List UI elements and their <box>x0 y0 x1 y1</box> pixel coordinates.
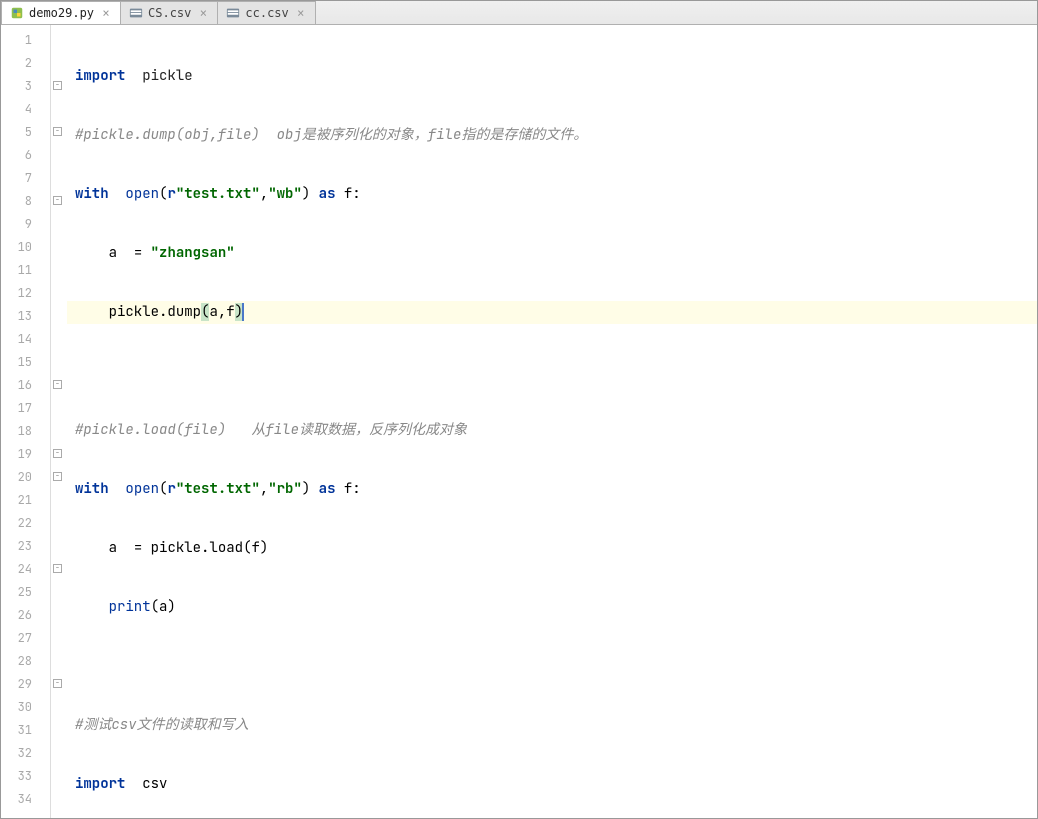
line-number: 28 <box>1 650 50 673</box>
code-line: a = pickle.load(f) <box>67 537 1037 560</box>
line-number-gutter: 1234567891011121314151617181920212223242… <box>1 25 51 818</box>
tab-cc-csv[interactable]: cc.csv × <box>217 1 315 24</box>
tab-label: cc.csv <box>245 6 288 20</box>
fold-toggle-icon[interactable]: − <box>53 380 62 389</box>
code-line: #测试csv文件的读取和写入 <box>67 714 1037 737</box>
close-icon[interactable]: × <box>197 6 209 20</box>
code-line <box>67 360 1037 383</box>
tab-cs-csv[interactable]: CS.csv × <box>120 1 218 24</box>
line-number: 7 <box>1 167 50 190</box>
code-line: print(a) <box>67 596 1037 619</box>
code-line: import csv <box>67 773 1037 796</box>
line-number: 22 <box>1 512 50 535</box>
line-number: 16 <box>1 374 50 397</box>
code-line: import pickle <box>67 65 1037 88</box>
line-number: 11 <box>1 259 50 282</box>
fold-toggle-icon[interactable]: − <box>53 564 62 573</box>
code-line-current: pickle.dump(a,f) <box>67 301 1037 324</box>
line-number: 6 <box>1 144 50 167</box>
line-number: 15 <box>1 351 50 374</box>
line-number: 33 <box>1 765 50 788</box>
line-number: 1 <box>1 29 50 52</box>
editor-tabbar: demo29.py × CS.csv × cc.csv × <box>1 1 1037 25</box>
close-icon[interactable]: × <box>100 6 112 20</box>
line-number: 29 <box>1 673 50 696</box>
line-number: 5 <box>1 121 50 144</box>
tab-demo29-py[interactable]: demo29.py × <box>1 1 121 24</box>
line-number: 18 <box>1 420 50 443</box>
line-number: 20 <box>1 466 50 489</box>
line-number: 23 <box>1 535 50 558</box>
fold-toggle-icon[interactable]: − <box>53 196 62 205</box>
code-line: with open(r"test.txt","wb") as f: <box>67 183 1037 206</box>
line-number: 8 <box>1 190 50 213</box>
code-editor[interactable]: 1234567891011121314151617181920212223242… <box>1 25 1037 818</box>
code-area[interactable]: import pickle #pickle.dump(obj,file) obj… <box>67 25 1037 818</box>
line-number: 34 <box>1 788 50 811</box>
line-number: 14 <box>1 328 50 351</box>
line-number: 19 <box>1 443 50 466</box>
csv-file-icon <box>129 6 143 20</box>
fold-toggle-icon[interactable]: − <box>53 127 62 136</box>
tab-label: demo29.py <box>29 6 94 20</box>
line-number: 17 <box>1 397 50 420</box>
line-number: 9 <box>1 213 50 236</box>
line-number: 27 <box>1 627 50 650</box>
fold-toggle-icon[interactable]: − <box>53 472 62 481</box>
line-number: 31 <box>1 719 50 742</box>
code-line <box>67 655 1037 678</box>
fold-toggle-icon[interactable]: − <box>53 679 62 688</box>
line-number: 25 <box>1 581 50 604</box>
code-line: with open(r"test.txt","rb") as f: <box>67 478 1037 501</box>
fold-gutter: − − − − − − − − <box>51 25 67 818</box>
python-file-icon <box>10 6 24 20</box>
line-number: 12 <box>1 282 50 305</box>
line-number: 30 <box>1 696 50 719</box>
csv-file-icon <box>226 6 240 20</box>
text-caret <box>242 303 244 321</box>
line-number: 13 <box>1 305 50 328</box>
line-number: 21 <box>1 489 50 512</box>
line-number: 4 <box>1 98 50 121</box>
line-number: 10 <box>1 236 50 259</box>
close-icon[interactable]: × <box>295 6 307 20</box>
code-line: a = "zhangsan" <box>67 242 1037 265</box>
code-line: #pickle.load(file) 从file读取数据，反序列化成对象 <box>67 419 1037 442</box>
fold-toggle-icon[interactable]: − <box>53 449 62 458</box>
fold-toggle-icon[interactable]: − <box>53 81 62 90</box>
code-line: #pickle.dump(obj,file) obj是被序列化的对象，file指… <box>67 124 1037 147</box>
line-number: 3 <box>1 75 50 98</box>
line-number: 32 <box>1 742 50 765</box>
line-number: 26 <box>1 604 50 627</box>
line-number: 2 <box>1 52 50 75</box>
tab-label: CS.csv <box>148 6 191 20</box>
line-number: 24 <box>1 558 50 581</box>
